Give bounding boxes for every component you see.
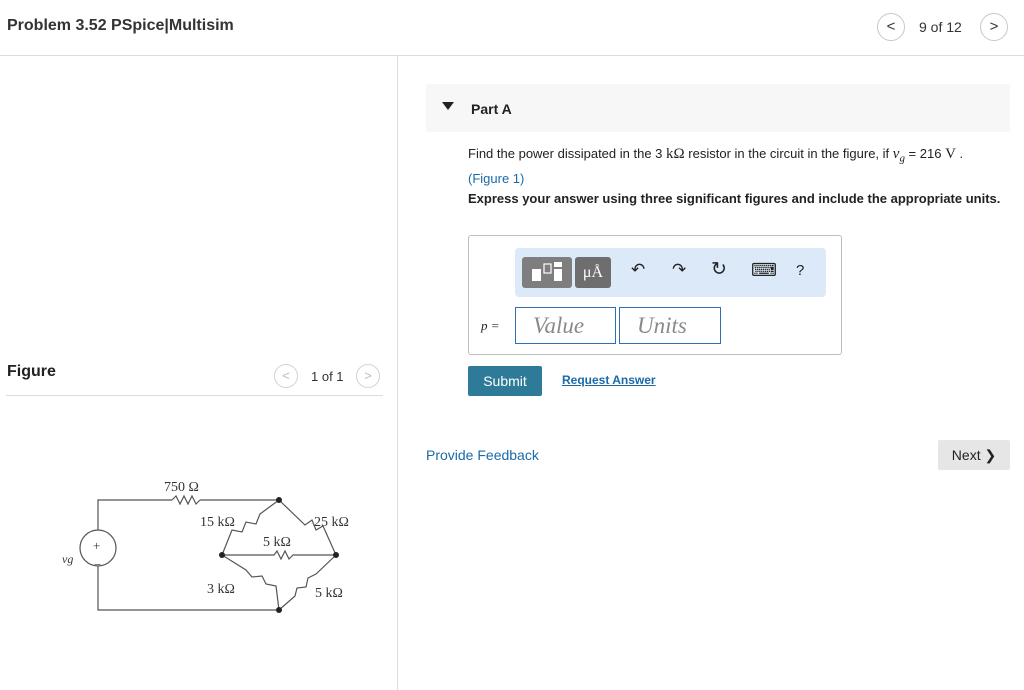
- source-minus-sign: −: [94, 557, 101, 572]
- label-5k-middle: 5 kΩ: [263, 535, 291, 550]
- resistor-750: [171, 494, 201, 506]
- caret-down-icon[interactable]: [442, 102, 454, 110]
- node-left: [219, 552, 225, 558]
- units-input[interactable]: Units: [619, 307, 721, 344]
- label-15k: 15 kΩ: [200, 515, 235, 530]
- problem-counter: 9 of 12: [919, 19, 962, 35]
- figure-counter: 1 of 1: [311, 369, 344, 384]
- figure-link[interactable]: (Figure 1): [468, 171, 524, 186]
- problem-title: Problem 3.52 PSpice|Multisim: [7, 17, 234, 34]
- panel-divider: [397, 56, 398, 690]
- question-part: Find the power dissipated in the 3: [468, 146, 667, 161]
- submit-button[interactable]: Submit: [468, 366, 542, 396]
- undo-icon[interactable]: ↶: [631, 260, 645, 280]
- node-right: [333, 552, 339, 558]
- templates-button[interactable]: [522, 257, 572, 288]
- answer-instruction: Express your answer using three signific…: [468, 191, 1001, 206]
- figure-divider: [6, 395, 383, 396]
- value-input[interactable]: Value: [515, 307, 616, 344]
- question-part: = 216: [904, 146, 946, 161]
- label-vg: vg: [62, 552, 73, 566]
- label-5k-bottom: 5 kΩ: [315, 586, 343, 601]
- part-a-header[interactable]: Part A: [426, 84, 1010, 132]
- answer-box: μÅ ↶ ↷ ↻ ⌨ ? p = Value Units: [468, 235, 842, 355]
- answer-variable-label: p =: [481, 318, 500, 333]
- next-figure-button[interactable]: >: [356, 364, 380, 388]
- previous-figure-button[interactable]: <: [274, 364, 298, 388]
- wire-top-left: [97, 499, 172, 530]
- redo-icon[interactable]: ↷: [672, 260, 686, 280]
- keyboard-icon[interactable]: ⌨: [751, 260, 777, 281]
- figure-heading: Figure: [7, 363, 56, 380]
- next-button[interactable]: Next ❯: [938, 440, 1010, 470]
- help-icon[interactable]: ?: [796, 262, 804, 279]
- question-part: .: [955, 146, 964, 161]
- reset-icon[interactable]: ↻: [711, 258, 727, 281]
- question-volt-unit: V: [945, 146, 956, 162]
- question-text: Find the power dissipated in the 3 kΩ re…: [468, 144, 1008, 188]
- label-25k: 25 kΩ: [314, 515, 349, 530]
- request-answer-link[interactable]: Request Answer: [562, 373, 656, 387]
- resistor-5k-middle: [222, 549, 336, 561]
- source-plus-sign: +: [93, 538, 100, 553]
- resistor-5k-bottom: [278, 554, 337, 611]
- node-top: [276, 497, 282, 503]
- next-problem-button[interactable]: >: [980, 13, 1008, 41]
- part-title: Part A: [471, 101, 512, 117]
- label-750: 750 Ω: [164, 480, 199, 495]
- previous-problem-button[interactable]: <: [877, 13, 905, 41]
- top-bar: Problem 3.52 PSpice|Multisim < 9 of 12 >: [0, 0, 1024, 56]
- question-part: resistor in the circuit in the figure, i…: [684, 146, 893, 161]
- units-button[interactable]: μÅ: [575, 257, 611, 288]
- math-toolbar: μÅ ↶ ↷ ↻ ⌨ ?: [515, 248, 826, 297]
- node-bottom: [276, 607, 282, 613]
- circuit-diagram: 750 Ω 15 kΩ 25 kΩ 5 kΩ 3 kΩ 5 kΩ vg + −: [62, 480, 349, 613]
- units-icon: μÅ: [582, 264, 604, 281]
- templates-icon: [532, 262, 562, 281]
- label-3k: 3 kΩ: [207, 582, 235, 597]
- provide-feedback-link[interactable]: Provide Feedback: [426, 447, 539, 463]
- question-unit: kΩ: [666, 146, 685, 162]
- wire-bottom: [97, 566, 279, 611]
